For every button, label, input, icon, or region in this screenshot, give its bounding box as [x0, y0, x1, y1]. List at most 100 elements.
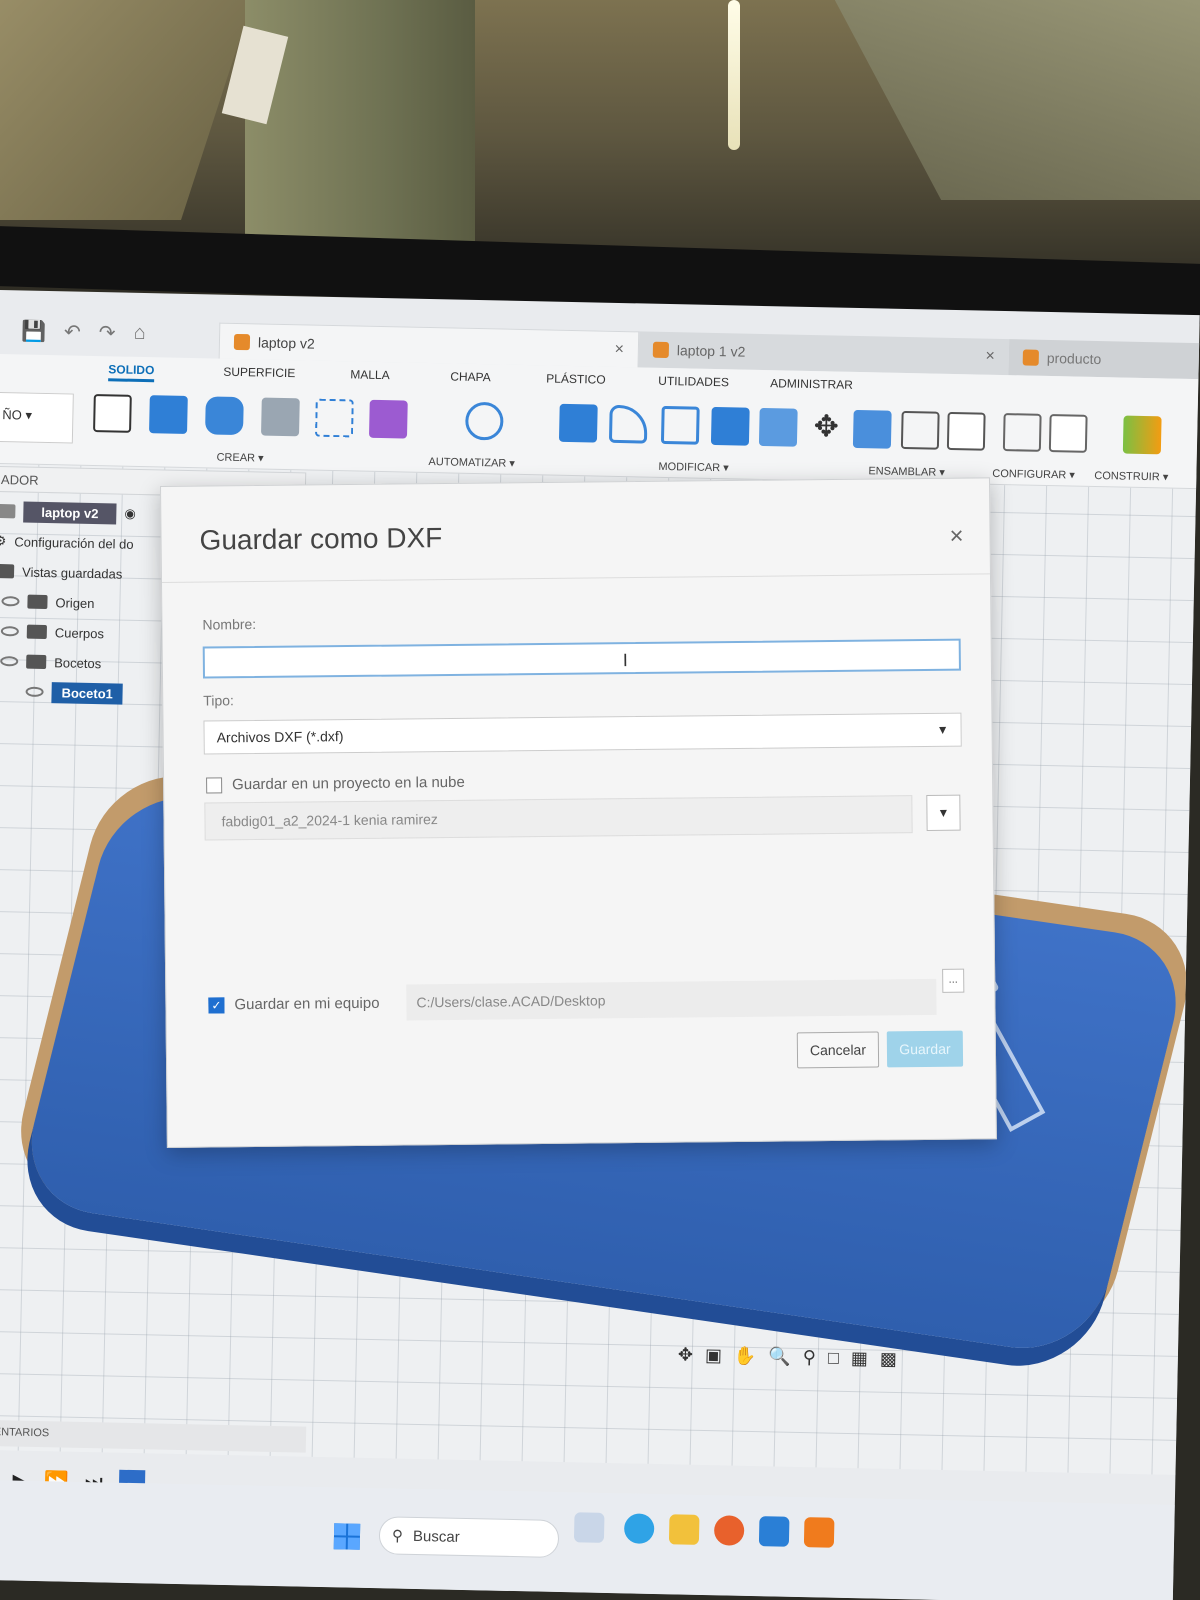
ceiling-light	[728, 0, 740, 150]
home-icon[interactable]: ⌂	[133, 321, 146, 344]
group-construir[interactable]: CONSTRUIR ▾	[1094, 469, 1168, 484]
ceiling-beam-right	[818, 0, 1200, 200]
local-path-field: C:/Users/clase.ACAD/Desktop	[406, 978, 937, 1021]
widget-icon[interactable]	[573, 1512, 605, 1543]
visibility-eye-icon[interactable]	[0, 656, 19, 667]
local-save-checkbox[interactable]: ✓	[208, 996, 225, 1014]
combine-icon[interactable]	[710, 406, 750, 446]
quick-access-bar: 💾 ↶ ↷ ⌂	[0, 310, 220, 355]
taskbar-search[interactable]: ⚲ Buscar	[378, 1516, 560, 1558]
save-as-dxf-dialog: Guardar como DXF × Nombre: I Tipo: Archi…	[160, 477, 997, 1148]
text-cursor-icon: I	[622, 650, 628, 671]
tab-solido[interactable]: SOLIDO	[108, 362, 155, 383]
close-icon[interactable]: ×	[949, 523, 963, 551]
parameters-icon[interactable]	[1002, 413, 1042, 452]
tree-root[interactable]: laptop v2 ◉	[0, 496, 176, 530]
component-icon	[233, 333, 251, 350]
folder-icon	[26, 654, 47, 670]
activate-radio-icon[interactable]: ◉	[124, 506, 136, 522]
extrude-icon[interactable]	[149, 395, 188, 434]
group-modificar[interactable]: MODIFICAR ▾	[658, 460, 729, 474]
tab-superficie[interactable]: SUPERFICIE	[223, 365, 295, 381]
cloud-project-field: fabdig01_a2_2024-1 kenia ramirez	[204, 795, 913, 841]
taskbar: ⚲ Buscar	[0, 1479, 1175, 1600]
revolve-icon[interactable]	[205, 396, 244, 436]
type-label: Tipo:	[203, 692, 234, 709]
display-settings-icon[interactable]: □	[828, 1348, 839, 1378]
tab-malla[interactable]: MALLA	[350, 367, 390, 382]
name-input[interactable]	[202, 638, 961, 679]
additive-build-icon[interactable]	[1122, 415, 1162, 455]
tab-chapa[interactable]: CHAPA	[450, 369, 491, 384]
navigation-bar: ✥ ▣ ✋ 🔍 ⚲ □ ▦ ▩	[677, 1344, 918, 1379]
windows-start-icon[interactable]	[333, 1523, 361, 1550]
caret-down-icon: ▼	[936, 722, 949, 737]
folder-icon	[27, 594, 48, 610]
close-icon[interactable]: ×	[614, 340, 624, 358]
fusion-360-icon[interactable]	[803, 1517, 835, 1548]
cancel-button[interactable]: Cancelar	[796, 1031, 880, 1069]
orbit-icon[interactable]: ✥	[677, 1344, 694, 1374]
file-explorer-icon[interactable]	[668, 1514, 700, 1545]
visibility-eye-icon[interactable]	[25, 686, 44, 697]
tree-item-configuracion[interactable]: ⚙ Configuración del do	[0, 526, 175, 560]
shell-icon[interactable]	[660, 405, 700, 445]
move-icon[interactable]: ✥	[807, 409, 846, 448]
cloud-save-row: Guardar en un proyecto en la nube	[206, 774, 465, 794]
tree-item-origen[interactable]: Origen	[0, 586, 174, 620]
joint-icon[interactable]	[900, 410, 940, 450]
press-pull-icon[interactable]	[558, 403, 598, 443]
configure-table-icon[interactable]	[946, 411, 986, 451]
viewports-icon[interactable]: ▩	[879, 1349, 897, 1379]
doc-tab-producto[interactable]: producto	[1008, 339, 1200, 380]
name-label: Nombre:	[202, 616, 257, 633]
workspace-dropdown[interactable]: ÑO ▾	[0, 391, 74, 444]
dialog-title: Guardar como DXF	[199, 522, 443, 556]
cloud-save-checkbox[interactable]	[206, 776, 223, 794]
tree-item-vistas[interactable]: Vistas guardadas	[0, 556, 174, 590]
visibility-eye-icon[interactable]	[1, 596, 20, 607]
group-crear[interactable]: CREAR ▾	[216, 451, 263, 465]
automate-icon[interactable]	[464, 401, 504, 441]
local-save-row: ✓ Guardar en mi equipo	[208, 995, 380, 1014]
tree-item-bocetos[interactable]: Bocetos	[0, 646, 173, 680]
zoom-icon[interactable]: 🔍	[768, 1346, 791, 1376]
create-sketch-icon[interactable]	[93, 393, 132, 433]
component-icon	[652, 341, 670, 359]
browse-button[interactable]: ...	[942, 968, 965, 993]
tree-item-boceto1[interactable]: Boceto1	[0, 676, 172, 710]
dialog-header: Guardar como DXF ×	[161, 478, 990, 583]
edge-icon[interactable]	[623, 1513, 655, 1544]
tab-plastico[interactable]: PLÁSTICO	[546, 371, 606, 386]
group-automatizar[interactable]: AUTOMATIZAR ▾	[428, 455, 515, 470]
file-type-select[interactable]: Archivos DXF (*.dxf) ▼	[203, 712, 962, 755]
fillet-icon[interactable]	[608, 404, 648, 444]
grid-settings-icon[interactable]: ▦	[850, 1348, 868, 1378]
firefox-icon[interactable]	[713, 1515, 745, 1546]
project-dropdown-button[interactable]: ▼	[926, 794, 961, 831]
pattern-icon[interactable]	[314, 398, 354, 438]
tab-utilidades[interactable]: UTILIDADES	[658, 374, 729, 389]
hole-icon[interactable]	[261, 397, 300, 437]
config-table-icon[interactable]	[1048, 414, 1088, 453]
tab-administrar[interactable]: ADMINISTRAR	[770, 376, 853, 392]
save-button[interactable]: Guardar	[886, 1030, 964, 1068]
folder-icon	[26, 624, 47, 640]
save-icon[interactable]: 💾	[21, 318, 46, 344]
group-configurar[interactable]: CONFIGURAR ▾	[992, 467, 1075, 482]
new-component-icon[interactable]	[852, 409, 892, 449]
look-at-icon[interactable]: ▣	[705, 1345, 722, 1375]
tree-item-cuerpos[interactable]: Cuerpos	[0, 616, 173, 650]
redo-icon[interactable]: ↷	[99, 320, 116, 345]
scale-icon[interactable]	[758, 407, 798, 447]
group-ensamblar[interactable]: ENSAMBLAR ▾	[868, 464, 945, 479]
folder-icon	[0, 563, 15, 579]
pan-icon[interactable]: ✋	[734, 1346, 757, 1376]
component-icon	[1022, 349, 1039, 366]
visibility-eye-icon[interactable]	[0, 626, 19, 637]
vscode-icon[interactable]	[758, 1516, 790, 1547]
fit-icon[interactable]: ⚲	[802, 1347, 817, 1377]
undo-icon[interactable]: ↶	[64, 319, 81, 344]
create-form-icon[interactable]	[368, 399, 408, 439]
close-icon[interactable]: ×	[985, 348, 995, 366]
